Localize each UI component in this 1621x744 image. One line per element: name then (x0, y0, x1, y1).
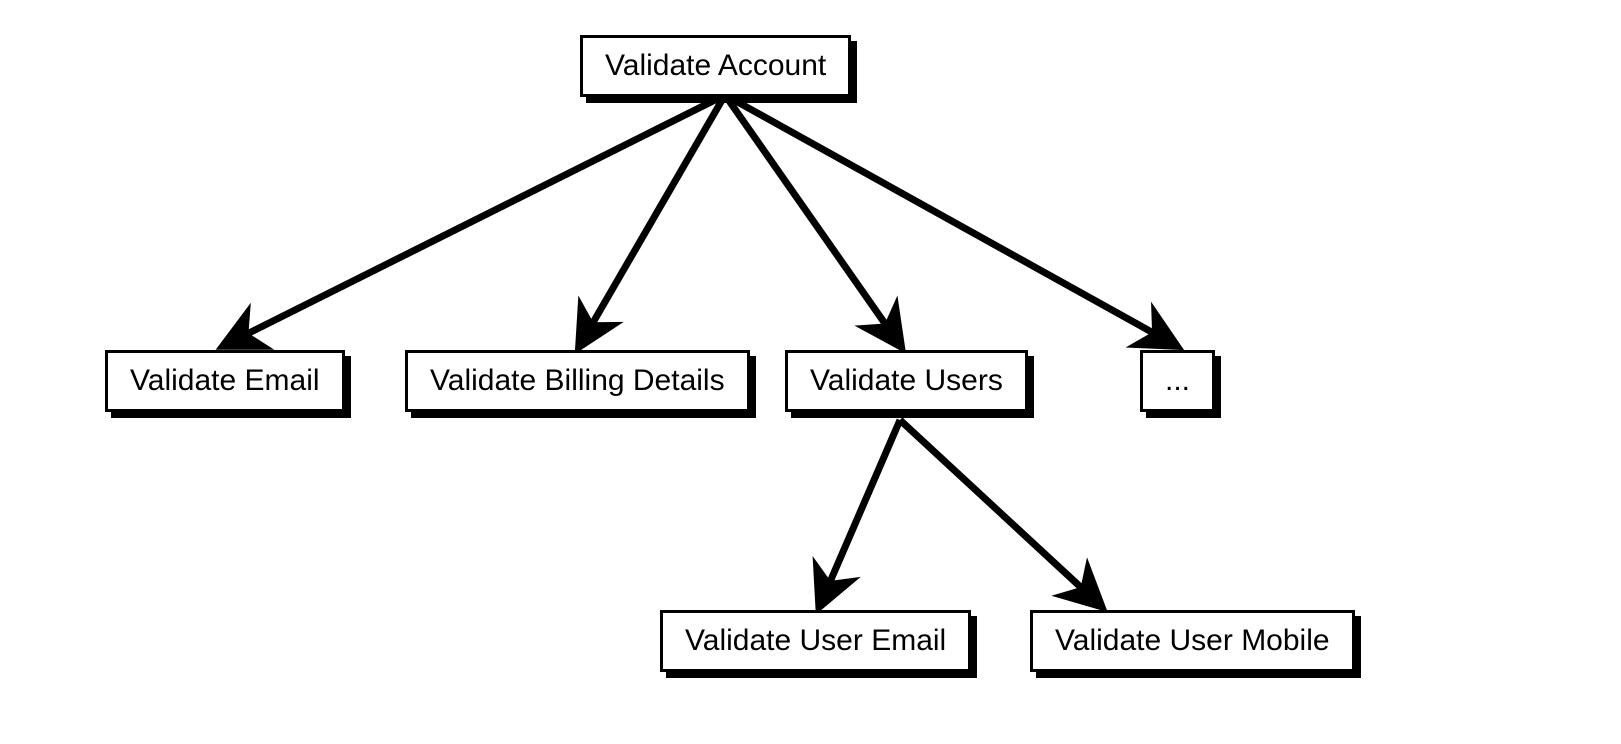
node-label: ... (1165, 364, 1190, 397)
node-validate-user-email: Validate User Email (660, 610, 971, 672)
node-more: ... (1140, 350, 1215, 412)
node-label: Validate User Email (685, 624, 946, 657)
node-validate-email: Validate Email (105, 350, 345, 412)
node-validate-billing-details: Validate Billing Details (405, 350, 750, 412)
node-validate-user-mobile: Validate User Mobile (1030, 610, 1355, 672)
node-label: Validate Email (130, 364, 320, 397)
node-label: Validate Users (810, 364, 1003, 397)
diagram-canvas: Validate Account Validate Email Validate… (0, 0, 1621, 744)
node-label: Validate Account (605, 49, 826, 82)
node-validate-users: Validate Users (785, 350, 1028, 412)
node-label: Validate User Mobile (1055, 624, 1330, 657)
node-label: Validate Billing Details (430, 364, 725, 397)
node-validate-account: Validate Account (580, 35, 851, 97)
